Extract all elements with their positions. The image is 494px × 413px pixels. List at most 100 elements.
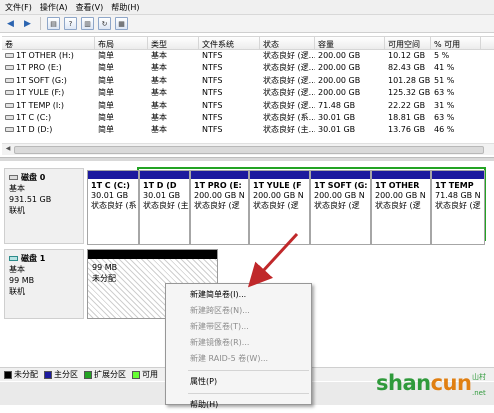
table-row[interactable]: 1T YULE (F:) 简单 基本 NTFS 状态良好 (逻... 200.00 GB 1… xyxy=(2,87,494,99)
table-cell-cap: 200.00 GB xyxy=(318,75,361,85)
disk-0-info[interactable]: 磁盘 0 基本 931.51 GB 联机 xyxy=(4,168,84,244)
disk-1-info[interactable]: 磁盘 1 基本 99 MB 联机 xyxy=(4,249,84,319)
partition-block[interactable]: 1T C (C:) 30.01 GB 状态良好 (系 xyxy=(87,170,139,245)
drive-icon xyxy=(5,114,14,120)
menu-new-raid5-volume[interactable]: 新建 RAID-5 卷(W)... xyxy=(166,351,311,367)
legend-swatch xyxy=(44,370,52,379)
partition-bar xyxy=(140,171,189,179)
properties-icon[interactable]: ▥ xyxy=(81,17,94,30)
hard-disk-icon xyxy=(9,175,18,180)
menu-separator xyxy=(188,393,309,394)
forward-arrow-icon[interactable]: ▶ xyxy=(21,17,34,30)
scroll-left-icon[interactable]: ◀ xyxy=(3,145,13,155)
drive-icon xyxy=(5,77,14,83)
col-header-volume[interactable]: 卷 xyxy=(2,37,95,50)
table-row[interactable]: 1T OTHER (H:) 简单 基本 NTFS 状态良好 (逻... 200.00 GB… xyxy=(2,50,494,62)
menu-new-striped-volume[interactable]: 新建带区卷(T)... xyxy=(166,319,311,335)
menu-action[interactable]: 操作(A) xyxy=(40,2,68,13)
table-cell-free: 10.12 GB xyxy=(388,51,426,60)
unallocated-bar xyxy=(88,250,217,259)
table-cell-cap: 200.00 GB xyxy=(318,51,361,60)
table-cell-fs: NTFS xyxy=(202,63,223,73)
table-cell-fs: NTFS xyxy=(202,75,223,85)
partition-block[interactable]: 1T YULE (F 200.00 GB N 状态良好 (逻 xyxy=(249,170,310,245)
table-row[interactable]: 1T TEMP (I:) 简单 基本 NTFS 状态良好 (逻... 71.48 GB 22… xyxy=(2,100,494,112)
col-header-capacity[interactable]: 容量 xyxy=(315,37,385,50)
table-cell-layout: 简单 xyxy=(98,51,114,60)
table-row[interactable]: 1T D (D:) 简单 基本 NTFS 状态良好 (主... 30.01 GB 13.76… xyxy=(2,124,494,136)
table-cell-vol: 1T D (D:) xyxy=(2,124,95,136)
back-arrow-icon[interactable]: ◀ xyxy=(4,17,17,30)
table-cell-status: 状态良好 (逻... xyxy=(263,51,315,60)
table-cell-vol: 1T OTHER (H:) xyxy=(2,50,95,62)
table-cell-pct: 63 % xyxy=(434,112,455,122)
horizontal-scrollbar[interactable]: ◀ xyxy=(2,143,494,155)
partition-size: 200.00 GB N xyxy=(194,191,245,200)
table-cell-cap: 30.01 GB xyxy=(318,112,356,122)
table-cell-layout: 简单 xyxy=(98,88,114,98)
disk-0-status: 联机 xyxy=(9,206,25,215)
table-cell-free: 22.22 GB xyxy=(388,100,426,110)
menu-new-simple-volume[interactable]: 新建简单卷(I)... xyxy=(166,287,311,303)
col-header-layout[interactable]: 布局 xyxy=(95,37,148,50)
menu-new-mirrored-volume[interactable]: 新建镜像卷(R)... xyxy=(166,335,311,351)
menu-help[interactable]: 帮助(H) xyxy=(111,2,139,13)
toolbar: ◀ ▶ ▤ ? ▥ ↻ ▦ xyxy=(0,15,494,33)
partition-block[interactable]: 1T D (D 30.01 GB 状态良好 (主 xyxy=(139,170,190,245)
partition-size: 200.00 GB N xyxy=(253,191,304,200)
table-cell-cap: 200.00 GB xyxy=(318,63,361,73)
col-header-percent-free[interactable]: % 可用 xyxy=(431,37,481,50)
partition-bar xyxy=(372,171,430,179)
drive-icon xyxy=(5,53,14,58)
partition-block[interactable]: 1T SOFT (G: 200.00 GB N 状态良好 (逻 xyxy=(310,170,371,245)
partition-status: 状态良好 (系 xyxy=(91,201,137,210)
table-cell-pct: 46 % xyxy=(434,125,455,135)
legend-swatch xyxy=(4,370,12,379)
table-cell-layout: 简单 xyxy=(98,112,114,122)
menu-new-spanned-volume[interactable]: 新建跨区卷(N)... xyxy=(166,303,311,319)
menu-properties[interactable]: 属性(P) xyxy=(166,374,311,390)
table-row[interactable]: 1T SOFT (G:) 简单 基本 NTFS 状态良好 (逻... 200.00 GB 1… xyxy=(2,75,494,87)
col-header-free-space[interactable]: 可用空间 xyxy=(385,37,431,50)
col-header-type[interactable]: 类型 xyxy=(148,37,199,50)
help-book-icon[interactable]: ▦ xyxy=(115,17,128,30)
table-cell-free: 82.43 GB xyxy=(388,63,426,73)
table-cell-cap: 30.01 GB xyxy=(318,125,356,135)
partition-block[interactable]: 1T TEMP 71.48 GB N 状态良好 (逻 xyxy=(431,170,485,245)
partition-size: 200.00 GB N xyxy=(375,191,426,200)
table-cell-free: 18.81 GB xyxy=(388,112,426,122)
toolbar-separator xyxy=(40,17,41,30)
partition-name: 1T YULE (F xyxy=(253,181,302,190)
partition-status: 状态良好 (逻 xyxy=(253,201,299,210)
table-cell-vol: 1T C (C:) xyxy=(2,112,95,124)
table-cell-status: 状态良好 (逻... xyxy=(263,100,315,110)
table-cell-cap: 71.48 GB xyxy=(318,100,356,110)
menu-bar: 文件(F) 操作(A) 查看(V) 帮助(H) xyxy=(0,0,494,15)
table-cell-layout: 简单 xyxy=(98,125,114,135)
partition-status: 状态良好 (逻 xyxy=(435,201,481,210)
menu-help-item[interactable]: 帮助(H) xyxy=(166,397,311,413)
table-cell-fs: NTFS xyxy=(202,125,223,135)
partition-block[interactable]: 1T PRO (E: 200.00 GB N 状态良好 (逻 xyxy=(190,170,249,245)
context-menu: 新建简单卷(I)... 新建跨区卷(N)... 新建带区卷(T)... 新建镜像… xyxy=(165,283,312,409)
volume-list-icon[interactable]: ▤ xyxy=(47,17,60,30)
partition-block[interactable]: 1T OTHER 200.00 GB N 状态良好 (逻 xyxy=(371,170,431,245)
table-cell-vol: 1T YULE (F:) xyxy=(2,87,95,99)
menu-view[interactable]: 查看(V) xyxy=(76,2,104,13)
scrollbar-thumb[interactable] xyxy=(14,146,484,154)
table-cell-type: 基本 xyxy=(151,63,167,73)
table-row[interactable]: 1T C (C:) 简单 基本 NTFS 状态良好 (系... 30.01 GB 18.81… xyxy=(2,112,494,124)
partition-size: 200.00 GB N xyxy=(314,191,365,200)
menu-file[interactable]: 文件(F) xyxy=(5,2,32,13)
col-header-filesystem[interactable]: 文件系统 xyxy=(199,37,260,50)
table-row[interactable]: 1T PRO (E:) 简单 基本 NTFS 状态良好 (逻... 200.00 GB 82… xyxy=(2,62,494,74)
pane-splitter[interactable] xyxy=(0,157,494,161)
drive-icon xyxy=(5,127,14,133)
disk-1-size: 99 MB xyxy=(9,276,35,285)
help-icon[interactable]: ? xyxy=(64,17,77,30)
volume-table: 卷 布局 类型 文件系统 状态 容量 可用空间 % 可用 1T OTHER (H… xyxy=(2,36,494,156)
table-cell-type: 基本 xyxy=(151,51,167,60)
col-header-status[interactable]: 状态 xyxy=(260,37,315,50)
table-cell-layout: 简单 xyxy=(98,75,114,85)
refresh-icon[interactable]: ↻ xyxy=(98,17,111,30)
